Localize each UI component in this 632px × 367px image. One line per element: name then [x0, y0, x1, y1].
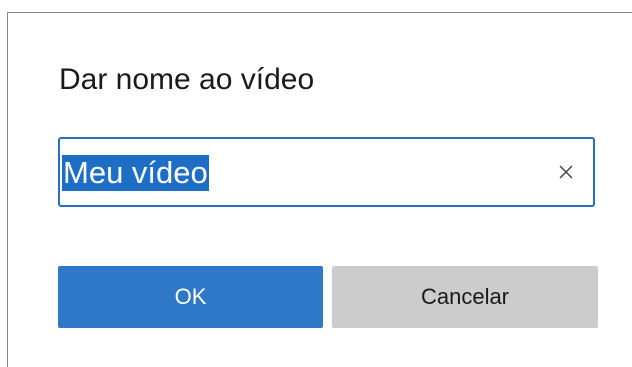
rename-video-dialog: Dar nome ao vídeo Meu vídeo OK Cancelar — [7, 12, 632, 367]
clear-input-button[interactable] — [549, 153, 583, 191]
close-icon — [559, 165, 573, 179]
video-name-value[interactable]: Meu vídeo — [62, 155, 209, 191]
dialog-title: Dar nome ao vídeo — [59, 63, 315, 96]
ok-button[interactable]: OK — [58, 266, 323, 328]
video-name-input[interactable]: Meu vídeo — [58, 137, 595, 207]
cancel-button[interactable]: Cancelar — [332, 266, 598, 328]
